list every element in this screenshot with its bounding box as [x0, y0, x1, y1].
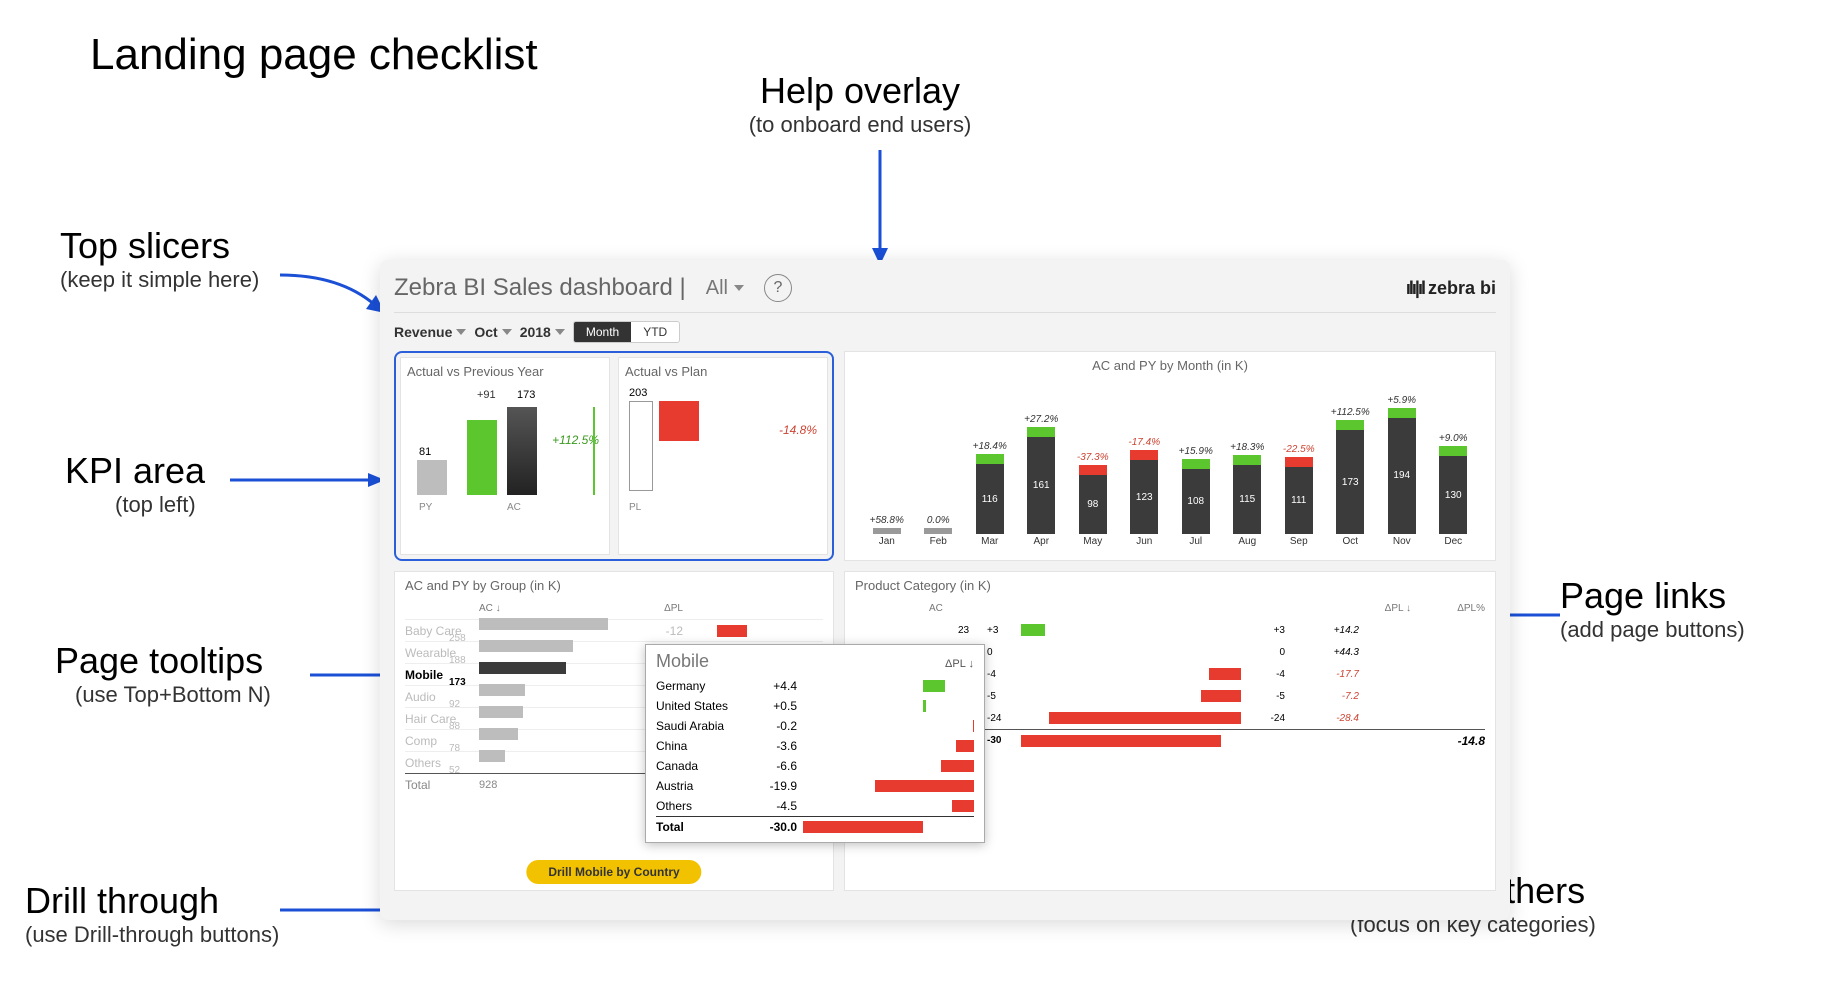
arrow-help: [850, 150, 910, 270]
dashboard-header: Zebra BI Sales dashboard | All ? ılı|ıl …: [394, 268, 1496, 313]
col-ac: AC: [929, 603, 979, 614]
slicer-month[interactable]: Oct: [474, 324, 511, 340]
chart-column: -17.4%123Jun: [1119, 437, 1171, 547]
tooltip-row: Canada-6.6: [656, 756, 974, 776]
tooltip-row: Saudi Arabia-0.2: [656, 716, 974, 736]
table-title: AC and PY by Group (in K): [405, 578, 823, 593]
dashboard-title: Zebra BI Sales dashboard |: [394, 274, 686, 302]
slicer-row: Revenue Oct 2018 Month YTD: [394, 313, 1496, 351]
tt-total-label: Total: [656, 820, 746, 834]
tt-total-val: -30.0: [752, 820, 797, 834]
bar-py: [417, 460, 447, 495]
table-row[interactable]: 23+3+3+14.2: [855, 619, 1485, 641]
chart-title: AC and PY by Month (in K): [855, 358, 1485, 373]
annotation-top-slicers: Top slicers (keep it simple here): [60, 225, 259, 293]
kpi-card-title: Actual vs Plan: [625, 364, 821, 379]
chevron-down-icon: [734, 285, 744, 291]
chart-column: +27.2%161Apr: [1016, 414, 1068, 547]
col-dplpct: ΔPL%: [1415, 603, 1485, 614]
chart-column: +112.5%173Oct: [1325, 407, 1377, 547]
total-dpl: -30: [987, 735, 1017, 746]
chart-column: +5.9%194Nov: [1376, 395, 1428, 547]
col-dpl: ΔPL ↓: [1351, 603, 1411, 614]
kpi-card-title: Actual vs Previous Year: [407, 364, 603, 379]
tooltip-col: ΔPL ↓: [945, 658, 974, 670]
kpi-py-val: 81: [419, 446, 431, 458]
table-title: Product Category (in K): [855, 578, 991, 593]
slicer-year[interactable]: 2018: [520, 324, 565, 340]
period-toggle[interactable]: Month YTD: [573, 321, 680, 343]
arrow-slicers: [280, 265, 390, 315]
total-label: Total: [405, 778, 475, 792]
chart-column: 0.0%Feb: [913, 515, 965, 547]
tooltip-row: United States+0.5: [656, 696, 974, 716]
bar-diff: [467, 420, 497, 495]
annotation-help-overlay: Help overlay (to onboard end users): [700, 70, 1020, 138]
chart-column: +15.9%108Jul: [1170, 446, 1222, 547]
axis-pl: PL: [629, 502, 641, 513]
acpy-month-chart: AC and PY by Month (in K) +58.8%Jan0.0%F…: [844, 351, 1496, 561]
kpi-diff-label: +91: [477, 389, 496, 401]
chevron-down-icon: [555, 329, 565, 335]
page-tooltip: Mobile ΔPL ↓ Germany+4.4United States+0.…: [645, 644, 985, 843]
toggle-ytd[interactable]: YTD: [631, 322, 679, 342]
bar-pl-outline: [629, 401, 653, 491]
filter-all[interactable]: All: [698, 275, 752, 302]
toggle-month[interactable]: Month: [574, 322, 631, 342]
axis-ac: AC: [507, 502, 521, 513]
tooltip-row: Others-4.5: [656, 796, 974, 816]
tooltip-row: Austria-19.9: [656, 776, 974, 796]
annotation-page-links: Page links (add page buttons): [1560, 575, 1745, 643]
kpi-pct-label: +112.5%: [552, 433, 599, 447]
page-title: Landing page checklist: [90, 30, 538, 80]
chart-column: +58.8%Jan: [861, 515, 913, 547]
kpi-ac-label: 173: [517, 389, 535, 401]
annotation-page-tooltips: Page tooltips (use Top+Bottom N): [55, 640, 271, 708]
chart-column: -22.5%111Sep: [1273, 444, 1325, 547]
annotation-kpi-area: KPI area (top left): [65, 450, 205, 518]
help-icon[interactable]: ?: [764, 274, 792, 302]
kpi-card-actual-vs-py: Actual vs Previous Year +91 173 +112.5% …: [400, 357, 610, 555]
zebra-bi-logo: ılı|ıl zebra bi: [1406, 278, 1496, 299]
total-pct: -14.8: [1415, 734, 1485, 748]
col-ac: AC ↓: [479, 603, 619, 614]
slicer-metric[interactable]: Revenue: [394, 324, 466, 340]
kpi-pl-val: 203: [629, 387, 647, 399]
drill-through-button[interactable]: Drill Mobile by Country: [526, 860, 701, 884]
kpi-area: Actual vs Previous Year +91 173 +112.5% …: [394, 351, 834, 561]
group-table: AC and PY by Group (in K) AC ↓ ΔPL Baby …: [394, 571, 834, 891]
bar-neg: [659, 401, 699, 441]
tooltip-title: Mobile: [656, 651, 709, 672]
chart-column: +9.0%130Dec: [1428, 433, 1480, 547]
table-row[interactable]: Baby Care258-12: [405, 619, 823, 641]
arrow-indicator: [593, 407, 595, 495]
tooltip-row: China-3.6: [656, 736, 974, 756]
total-ac: 928: [479, 779, 619, 791]
tooltip-row: Germany+4.4: [656, 676, 974, 696]
chart-column: +18.4%116Mar: [964, 441, 1016, 547]
col-dpl: ΔPL: [623, 603, 683, 614]
kpi-card-actual-vs-plan: Actual vs Plan 203 -14.8% PL: [618, 357, 828, 555]
dashboard-grid: Actual vs Previous Year +91 173 +112.5% …: [394, 351, 1496, 891]
kpi-pct-label: -14.8%: [779, 423, 817, 437]
chart-column: -37.3%98May: [1067, 452, 1119, 547]
chevron-down-icon: [456, 329, 466, 335]
bar-ac: [507, 407, 537, 495]
chevron-down-icon: [502, 329, 512, 335]
dashboard: Zebra BI Sales dashboard | All ? ılı|ıl …: [380, 260, 1510, 920]
chart-column: +18.3%115Aug: [1222, 442, 1274, 547]
axis-py: PY: [419, 502, 432, 513]
arrow-kpi: [230, 470, 390, 490]
annotation-drill-through: Drill through (use Drill-through buttons…: [25, 880, 279, 948]
